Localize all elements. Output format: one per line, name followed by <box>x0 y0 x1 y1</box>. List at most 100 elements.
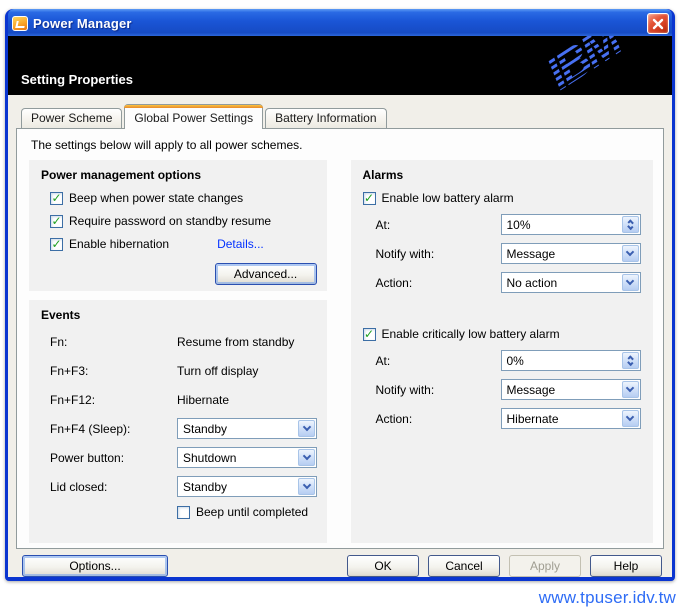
dropdown-button[interactable] <box>622 245 639 262</box>
chevron-down-icon <box>626 413 634 421</box>
spinner-value: 0% <box>507 354 524 368</box>
fn-f4-sleep-dropdown[interactable]: Standby <box>177 418 317 439</box>
event-row-lid-closed: Lid closed: Standby <box>41 476 319 497</box>
dialog-body: Power Scheme Global Power Settings Batte… <box>8 95 672 577</box>
enable-low-battery-alarm-row: Enable low battery alarm <box>363 191 646 205</box>
event-value: Turn off display <box>177 364 258 378</box>
dropdown-value: Message <box>507 247 556 261</box>
tab-global-power-settings[interactable]: Global Power Settings <box>124 104 263 129</box>
chevron-down-icon <box>302 481 310 489</box>
checkbox-label: Enable low battery alarm <box>382 191 514 205</box>
critical-alarm-notify-dropdown[interactable]: Message <box>501 379 641 400</box>
dropdown-value: Message <box>507 383 556 397</box>
dropdown-button[interactable] <box>622 410 639 427</box>
dropdown-button[interactable] <box>298 420 315 437</box>
checkbox-label: Beep when power state changes <box>69 191 243 205</box>
spinner-buttons[interactable] <box>622 352 639 369</box>
close-button[interactable] <box>647 13 669 34</box>
critical-alarm-notify-row: Notify with: Message <box>363 379 646 400</box>
field-label: Notify with: <box>376 383 501 397</box>
help-button[interactable]: Help <box>590 555 662 577</box>
enable-hibernation-checkbox[interactable] <box>50 238 63 251</box>
event-row-fn: Fn: Resume from standby <box>41 331 319 352</box>
apply-button: Apply <box>509 555 581 577</box>
low-alarm-at-spinner[interactable]: 10% <box>501 214 641 235</box>
enable-hibernation-row: Enable hibernation Details... <box>41 237 319 251</box>
field-label: Notify with: <box>376 247 501 261</box>
enable-critical-alarm-checkbox[interactable] <box>363 328 376 341</box>
dropdown-button[interactable] <box>298 478 315 495</box>
banner-title: Setting Properties <box>21 72 133 87</box>
tab-power-scheme[interactable]: Power Scheme <box>21 108 122 128</box>
dropdown-button[interactable] <box>298 449 315 466</box>
tab-label: Global Power Settings <box>134 111 253 125</box>
group-title: Events <box>41 308 319 322</box>
tab-label: Power Scheme <box>31 111 112 125</box>
watermark-text: www.tpuser.idv.tw <box>539 588 676 608</box>
alarms-group: Alarms Enable low battery alarm At: 10% <box>351 160 654 543</box>
event-row-fn-f12: Fn+F12: Hibernate <box>41 389 319 410</box>
beep-until-completed-row: Beep until completed <box>177 505 319 519</box>
power-button-dropdown[interactable]: Shutdown <box>177 447 317 468</box>
intro-text: The settings below will apply to all pow… <box>31 138 653 152</box>
event-label: Power button: <box>50 451 177 465</box>
titlebar[interactable]: Power Manager <box>8 9 672 36</box>
checkbox-label: Beep until completed <box>196 505 308 519</box>
event-label: Lid closed: <box>50 480 177 494</box>
tab-panel: The settings below will apply to all pow… <box>16 128 664 549</box>
low-alarm-action-row: Action: No action <box>363 272 646 293</box>
critical-alarm-at-row: At: 0% <box>363 350 646 371</box>
chevron-down-icon <box>626 277 634 285</box>
dropdown-value: Standby <box>183 422 227 436</box>
event-row-power-button: Power button: Shutdown <box>41 447 319 468</box>
dropdown-button[interactable] <box>622 274 639 291</box>
beep-power-state-row: Beep when power state changes <box>41 191 319 205</box>
details-link[interactable]: Details... <box>217 237 264 251</box>
dropdown-value: Shutdown <box>183 451 236 465</box>
power-management-options-group: Power management options Beep when power… <box>29 160 327 291</box>
lid-closed-dropdown[interactable]: Standby <box>177 476 317 497</box>
critical-alarm-at-spinner[interactable]: 0% <box>501 350 641 371</box>
event-value: Hibernate <box>177 393 229 407</box>
close-icon <box>652 18 664 30</box>
low-alarm-at-row: At: 10% <box>363 214 646 235</box>
event-label: Fn+F12: <box>50 393 177 407</box>
event-row-fn-f3: Fn+F3: Turn off display <box>41 360 319 381</box>
chevron-down-icon <box>302 423 310 431</box>
beep-until-completed-checkbox[interactable] <box>177 506 190 519</box>
options-button[interactable]: Options... <box>22 555 168 577</box>
power-manager-app-icon <box>12 16 28 31</box>
dropdown-button[interactable] <box>622 381 639 398</box>
dropdown-value: No action <box>507 276 558 290</box>
events-group: Events Fn: Resume from standby Fn+F3: Tu… <box>29 300 327 543</box>
footer-button-row: Options... OK Cancel Apply Help <box>16 555 664 577</box>
critical-alarm-action-row: Action: Hibernate <box>363 408 646 429</box>
require-password-checkbox[interactable] <box>50 215 63 228</box>
header-banner: Setting Properties IBM <box>8 36 672 95</box>
group-title: Alarms <box>363 168 646 182</box>
require-password-row: Require password on standby resume <box>41 214 319 228</box>
ok-button[interactable]: OK <box>347 555 419 577</box>
low-alarm-notify-row: Notify with: Message <box>363 243 646 264</box>
ibm-logo: IBM <box>536 36 629 95</box>
enable-low-battery-alarm-checkbox[interactable] <box>363 192 376 205</box>
checkbox-label: Require password on standby resume <box>69 214 271 228</box>
event-label: Fn+F3: <box>50 364 177 378</box>
field-label: At: <box>376 354 501 368</box>
tab-battery-information[interactable]: Battery Information <box>265 108 386 128</box>
spinner-buttons[interactable] <box>622 216 639 233</box>
low-alarm-action-dropdown[interactable]: No action <box>501 272 641 293</box>
cancel-button[interactable]: Cancel <box>428 555 500 577</box>
beep-power-state-checkbox[interactable] <box>50 192 63 205</box>
tab-bar: Power Scheme Global Power Settings Batte… <box>16 104 664 128</box>
power-manager-window: Power Manager Setting Properties IBM Pow… <box>5 9 675 581</box>
chevron-down-icon <box>302 452 310 460</box>
critical-alarm-action-dropdown[interactable]: Hibernate <box>501 408 641 429</box>
chevron-down-icon <box>626 248 634 256</box>
tab-label: Battery Information <box>275 111 376 125</box>
advanced-button[interactable]: Advanced... <box>215 263 317 285</box>
dropdown-value: Hibernate <box>507 412 559 426</box>
field-label: Action: <box>376 412 501 426</box>
field-label: At: <box>376 218 501 232</box>
low-alarm-notify-dropdown[interactable]: Message <box>501 243 641 264</box>
